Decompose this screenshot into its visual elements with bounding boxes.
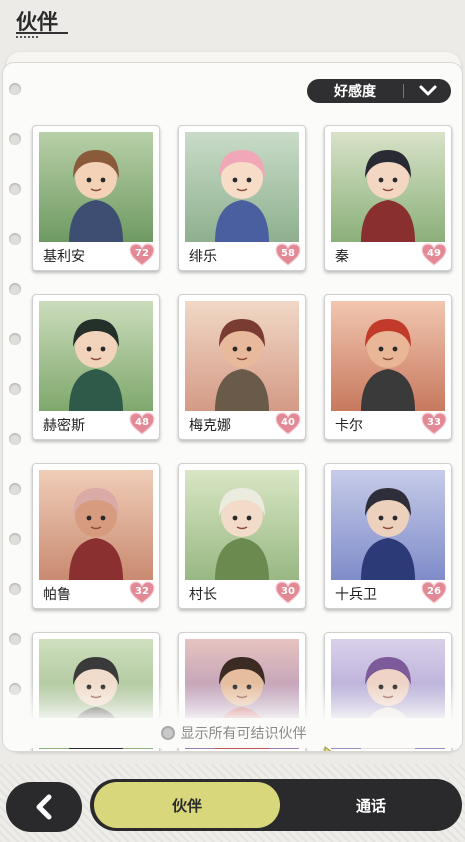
companion-portrait (185, 470, 299, 580)
companion-card[interactable]: 卡尔 33 (324, 294, 452, 440)
radio-icon[interactable] (160, 726, 175, 740)
affinity-badge: 49 (421, 243, 447, 267)
bottom-tabs: 伙伴 通话 (90, 779, 462, 831)
companion-card[interactable]: 梅克娜 40 (178, 294, 306, 440)
chevron-left-icon (36, 794, 52, 820)
affinity-value: 48 (135, 417, 149, 428)
affinity-badge: 32 (129, 581, 155, 605)
companion-name: 秦 (335, 249, 349, 265)
companion-portrait (39, 470, 153, 580)
affinity-badge: 72 (129, 243, 155, 267)
affinity-value: 49 (427, 248, 441, 259)
companion-portrait (331, 470, 445, 580)
companion-card[interactable]: 赫密斯 48 (32, 294, 160, 440)
companion-name: 赫密斯 (43, 418, 85, 434)
companion-name: 基利安 (43, 249, 85, 265)
companion-name: 村长 (189, 587, 217, 603)
affinity-badge: 40 (275, 412, 301, 436)
affinity-badge: 48 (129, 412, 155, 436)
affinity-value: 32 (135, 586, 149, 597)
affinity-badge: 58 (275, 243, 301, 267)
bottom-bar: 伙伴 通话 (0, 764, 465, 842)
affinity-value: 33 (427, 417, 441, 428)
companion-grid: 基利安 72 绯乐 58 秦 49 赫密斯 48 梅克娜 40 卡尔 33 帕鲁 32 村长 30 十兵卫 26 (3, 63, 462, 751)
companion-name: 十兵卫 (335, 587, 377, 603)
companion-portrait (331, 301, 445, 411)
affinity-value: 40 (281, 417, 295, 428)
show-all-toggle[interactable]: 显示所有可结识伙伴 (3, 718, 462, 748)
companion-name: 梅克娜 (189, 418, 231, 434)
companion-name: 卡尔 (335, 418, 363, 434)
companion-portrait (331, 132, 445, 242)
affinity-value: 26 (427, 586, 441, 597)
affinity-value: 30 (281, 586, 295, 597)
companion-card[interactable]: 基利安 72 (32, 125, 160, 271)
affinity-value: 58 (281, 248, 295, 259)
companion-portrait (185, 132, 299, 242)
tab-call[interactable]: 通话 (286, 782, 456, 828)
companion-name: 帕鲁 (43, 587, 71, 603)
companion-portrait (39, 301, 153, 411)
companion-panel: 好感度 基利安 72 绯乐 58 秦 49 赫密斯 48 梅克娜 40 卡尔 33 帕鲁 32 村长 30 十兵… (2, 62, 463, 752)
affinity-badge: 26 (421, 581, 447, 605)
affinity-value: 72 (135, 248, 149, 259)
affinity-badge: 33 (421, 412, 447, 436)
companion-name: 绯乐 (189, 249, 217, 265)
companion-card[interactable]: 绯乐 58 (178, 125, 306, 271)
companion-card[interactable]: 村长 30 (178, 463, 306, 609)
back-button[interactable] (6, 782, 82, 832)
companion-portrait (39, 132, 153, 242)
title-underline (16, 32, 68, 38)
companion-card[interactable]: 帕鲁 32 (32, 463, 160, 609)
companion-card[interactable]: 秦 49 (324, 125, 452, 271)
companion-portrait (185, 301, 299, 411)
show-all-label: 显示所有可结识伙伴 (180, 726, 307, 742)
companion-card[interactable]: 十兵卫 26 (324, 463, 452, 609)
pointer-cursor-icon (324, 746, 331, 751)
tab-companions[interactable]: 伙伴 (94, 782, 280, 828)
affinity-badge: 30 (275, 581, 301, 605)
